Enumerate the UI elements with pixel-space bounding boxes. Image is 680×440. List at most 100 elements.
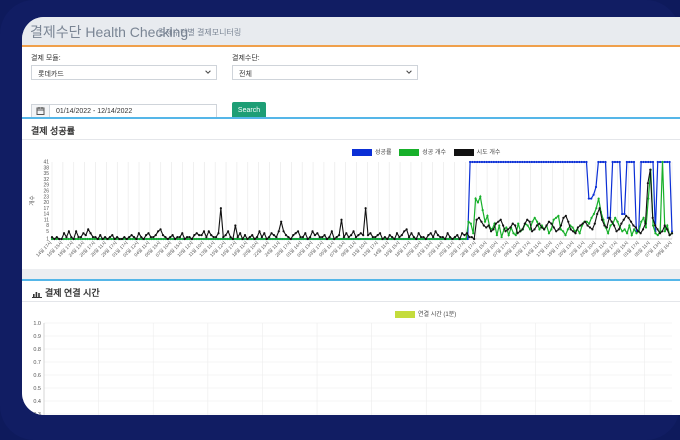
- data-point: [401, 237, 404, 241]
- data-point: [294, 232, 297, 235]
- data-point: [351, 237, 354, 241]
- data-point: [398, 237, 401, 241]
- data-point: [193, 234, 196, 237]
- y-tick-label: 0.5: [33, 386, 41, 392]
- data-point: [145, 237, 148, 241]
- y-tick-label: 0.9: [33, 334, 41, 340]
- data-point: [69, 237, 73, 241]
- data-point: [345, 232, 348, 235]
- data-point: [581, 222, 584, 225]
- data-point: [219, 207, 222, 210]
- data-point: [593, 222, 596, 225]
- data-point: [282, 230, 285, 233]
- data-point: [157, 237, 160, 241]
- data-point: [120, 237, 124, 241]
- data-point: [383, 235, 387, 239]
- data-point: [389, 237, 392, 241]
- data-point: [357, 234, 360, 237]
- data-point: [564, 234, 567, 237]
- data-point: [575, 160, 579, 164]
- data-point: [654, 224, 657, 227]
- data-point: [58, 237, 61, 241]
- data-point: [651, 216, 654, 219]
- data-point: [103, 235, 107, 239]
- data-point: [75, 230, 78, 233]
- data-point: [531, 220, 534, 223]
- payment-method-value: 전체: [239, 71, 252, 78]
- data-point: [525, 160, 529, 164]
- data-point: [567, 220, 570, 223]
- data-point: [470, 235, 473, 239]
- data-point: [260, 235, 263, 239]
- data-point: [552, 218, 555, 221]
- payment-module-select[interactable]: 롯데카드: [31, 65, 217, 80]
- data-point: [468, 235, 471, 239]
- data-point: [101, 237, 104, 241]
- data-point: [516, 232, 519, 235]
- data-point: [542, 160, 545, 164]
- data-point: [627, 216, 630, 219]
- data-point: [640, 220, 643, 223]
- data-point: [620, 222, 623, 225]
- data-point: [607, 232, 610, 235]
- data-point: [200, 234, 203, 237]
- data-point: [514, 224, 517, 227]
- data-point: [152, 235, 155, 239]
- data-point: [258, 230, 261, 233]
- data-point: [441, 237, 444, 241]
- data-point: [583, 160, 586, 164]
- data-point: [495, 234, 498, 237]
- data-point: [67, 230, 70, 233]
- data-point: [297, 237, 300, 241]
- data-point: [654, 232, 657, 235]
- success-rate-title: 결제 성공률: [31, 126, 75, 136]
- data-point: [528, 228, 532, 231]
- data-point: [339, 237, 342, 241]
- data-point: [365, 237, 368, 241]
- data-point: [609, 224, 612, 227]
- bar-chart-icon: [32, 291, 42, 298]
- data-point: [181, 232, 184, 235]
- data-point: [647, 197, 650, 200]
- data-point: [545, 224, 548, 227]
- data-point: [472, 232, 475, 235]
- data-point: [477, 216, 481, 219]
- data-point: [316, 232, 319, 235]
- data-point: [471, 160, 474, 164]
- data-point: [485, 160, 488, 164]
- data-point: [622, 218, 625, 221]
- data-point: [666, 160, 669, 164]
- y-tick-label: 0.6: [33, 373, 41, 379]
- data-point: [210, 234, 213, 237]
- data-point: [50, 235, 54, 239]
- data-point: [453, 235, 456, 239]
- data-point: [536, 220, 539, 223]
- data-point: [608, 216, 611, 219]
- data-point: [243, 234, 247, 237]
- data-point: [199, 237, 203, 241]
- data-point: [161, 234, 165, 237]
- success-rate-panel: 결제 성공률 성공률 성공 개수 시도 개수 14일 17시 16일 15시 19일…: [22, 117, 680, 269]
- data-point: [537, 160, 541, 164]
- data-point: [378, 232, 382, 235]
- data-point: [388, 234, 391, 237]
- data-point: [171, 234, 174, 237]
- data-point: [142, 237, 145, 241]
- data-point: [190, 237, 194, 241]
- y-tick-label: 14: [43, 212, 49, 218]
- data-point: [632, 224, 635, 227]
- data-point: [261, 237, 264, 241]
- data-point: [263, 232, 266, 235]
- data-point: [386, 237, 389, 241]
- data-point: [420, 235, 423, 239]
- data-point: [590, 197, 593, 200]
- data-point: [144, 234, 148, 237]
- data-point: [228, 237, 231, 241]
- data-point: [417, 232, 420, 235]
- data-point: [658, 232, 662, 235]
- data-point: [540, 160, 543, 164]
- data-point: [429, 232, 432, 235]
- data-point: [259, 237, 262, 241]
- connection-time-title: 결제 연결 시간: [32, 286, 100, 299]
- payment-method-select[interactable]: 전체: [232, 65, 418, 80]
